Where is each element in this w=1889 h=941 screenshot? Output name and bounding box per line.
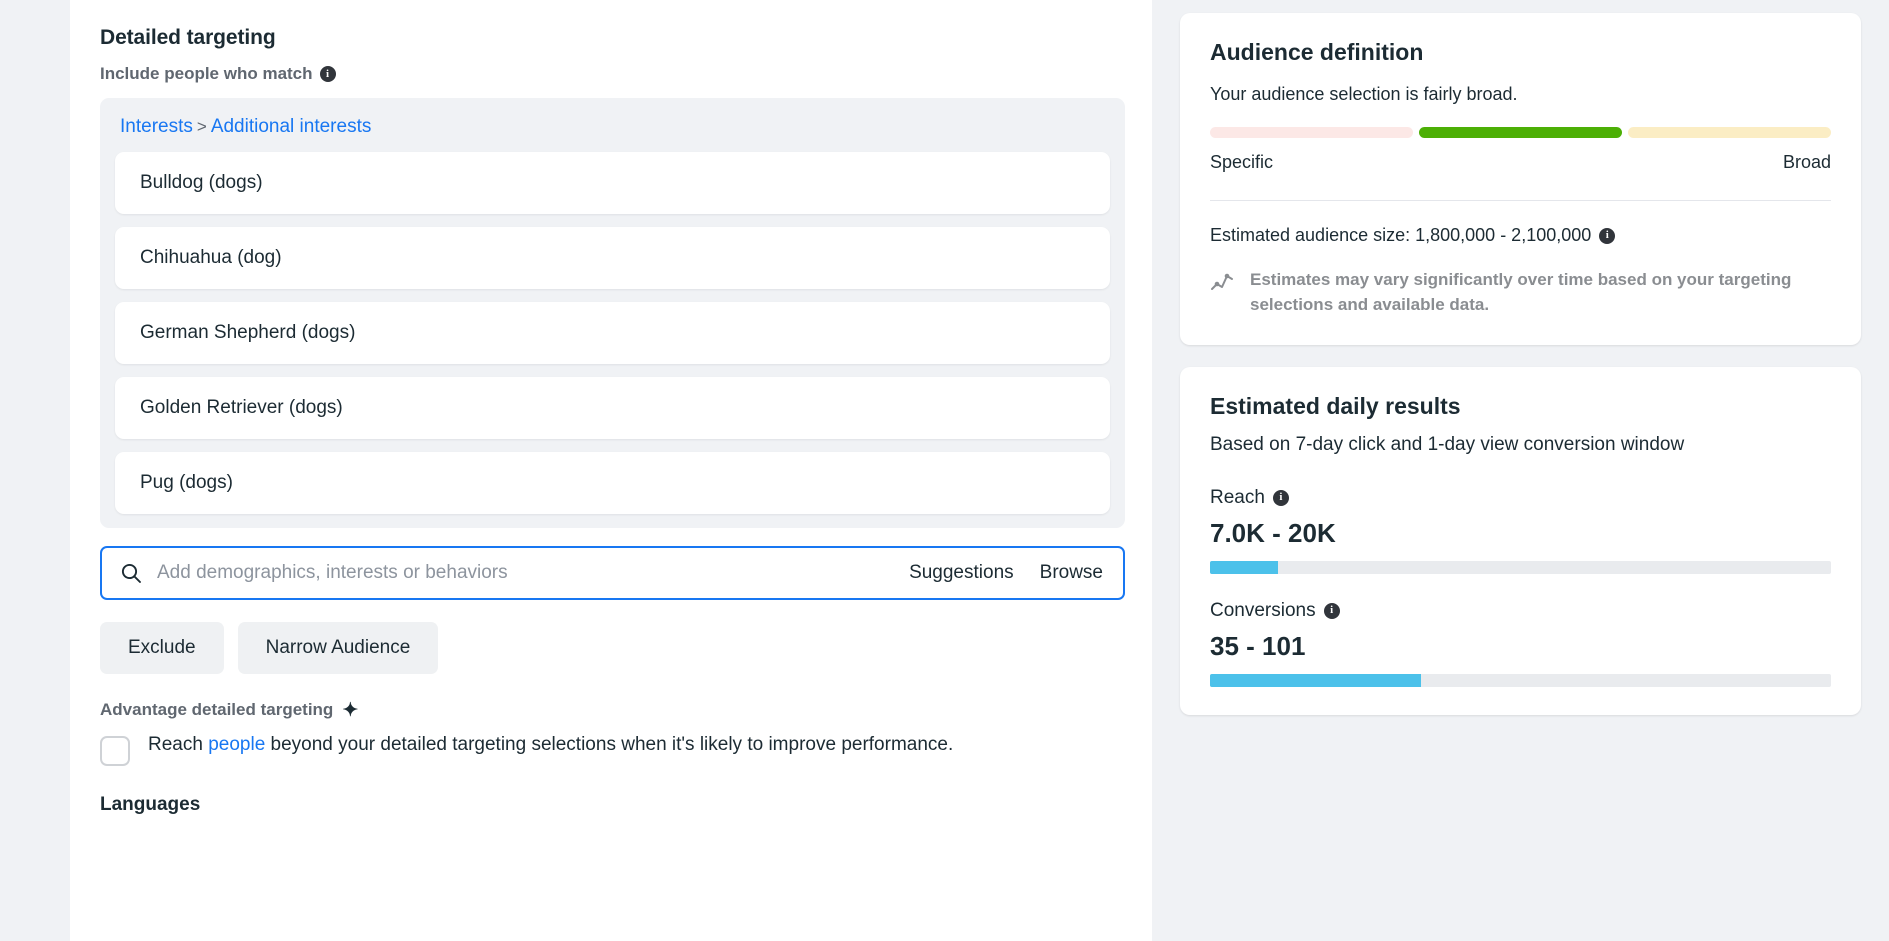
interest-label: Golden Retriever (dogs) xyxy=(140,397,343,418)
search-icon xyxy=(121,563,141,583)
reach-progress-bar xyxy=(1210,560,1831,574)
interest-label: Bulldog (dogs) xyxy=(140,172,263,193)
advantage-checkbox[interactable] xyxy=(100,736,130,766)
breadcrumb-root-link[interactable]: Interests xyxy=(120,116,193,137)
left-gutter xyxy=(0,0,70,941)
daily-results-subtitle: Based on 7-day click and 1-day view conv… xyxy=(1210,434,1685,456)
estimates-sidebar: Audience definition Your audience select… xyxy=(1152,0,1889,941)
advantage-toggle-row: Reach people beyond your detailed target… xyxy=(100,730,1152,766)
narrow-audience-button[interactable]: Narrow Audience xyxy=(237,622,439,674)
audience-breadth-gauge xyxy=(1210,127,1831,138)
gauge-label-specific: Specific xyxy=(1210,152,1274,172)
gauge-label-broad: Broad xyxy=(1782,152,1831,172)
include-people-label: Include people who match i xyxy=(100,64,1152,84)
advantage-description: Reach people beyond your detailed target… xyxy=(148,730,953,759)
targeting-actions: Exclude Narrow Audience xyxy=(100,622,1152,674)
reach-value: 7.0K - 20K xyxy=(1210,517,1336,548)
targeting-selections-box: Interests > Additional interests Bulldog (… xyxy=(100,98,1125,528)
people-link[interactable]: people xyxy=(208,734,265,755)
reach-label: Reach xyxy=(1210,486,1265,508)
list-item[interactable]: Chihuahua (dog) xyxy=(115,227,1110,289)
conversions-progress-bar xyxy=(1210,673,1831,687)
include-people-text: Include people who match xyxy=(100,64,313,83)
breadcrumb-child-link[interactable]: Additional interests xyxy=(211,116,372,137)
exclude-button[interactable]: Exclude xyxy=(100,622,224,674)
conversions-progress-fill xyxy=(1210,673,1422,687)
list-item[interactable]: Bulldog (dogs) xyxy=(115,152,1110,214)
conversions-value: 35 - 101 xyxy=(1210,630,1306,661)
estimated-daily-results-card: Estimated daily results Based on 7-day c… xyxy=(1180,367,1861,715)
targeting-search-row[interactable]: Add demographics, interests or behaviors… xyxy=(100,546,1125,600)
info-icon[interactable]: i xyxy=(319,66,336,82)
list-item[interactable]: Pug (dogs) xyxy=(115,452,1110,514)
ads-manager-targeting-screen: Detailed targeting Include people who ma… xyxy=(0,0,1889,941)
breadcrumb: Interests > Additional interests xyxy=(115,116,1110,138)
conversions-label-row: Conversions i xyxy=(1210,600,1831,622)
estimate-variance-note: Estimates may vary significantly over ti… xyxy=(1210,268,1831,317)
reach-label-row: Reach i xyxy=(1210,487,1831,509)
advantage-text-before: Reach xyxy=(148,734,209,755)
audience-definition-card: Audience definition Your audience select… xyxy=(1180,13,1861,346)
advantage-label-text: Advantage detailed targeting xyxy=(100,700,334,719)
interest-label: Chihuahua (dog) xyxy=(140,247,282,268)
list-item[interactable]: Golden Retriever (dogs) xyxy=(115,377,1110,439)
reach-progress-fill xyxy=(1210,560,1279,574)
list-item[interactable]: German Shepherd (dogs) xyxy=(115,302,1110,364)
trend-chart-icon xyxy=(1211,273,1233,290)
browse-button[interactable]: Browse xyxy=(1040,562,1103,584)
advantage-detailed-targeting-label: Advantage detailed targeting ✦ xyxy=(100,700,1152,720)
audience-summary-text: Your audience selection is fairly broad. xyxy=(1210,84,1518,104)
estimate-variance-text: Estimates may vary significantly over ti… xyxy=(1250,270,1792,314)
interest-label: Pug (dogs) xyxy=(140,472,233,493)
detailed-targeting-panel: Detailed targeting Include people who ma… xyxy=(70,0,1152,941)
estimated-audience-size: Estimated audience size: 1,800,000 - 2,1… xyxy=(1210,225,1831,246)
interest-label: German Shepherd (dogs) xyxy=(140,322,356,343)
divider xyxy=(1210,200,1831,201)
audience-definition-title: Audience definition xyxy=(1210,39,1424,65)
search-input[interactable]: Add demographics, interests or behaviors xyxy=(157,562,883,584)
gauge-segment-broad xyxy=(1628,127,1831,138)
gauge-labels: Specific Broad xyxy=(1210,152,1831,173)
sparkle-icon: ✦ xyxy=(342,699,359,721)
gauge-segment-balanced xyxy=(1419,127,1622,138)
breadcrumb-separator: > xyxy=(196,117,207,136)
advantage-text-after: beyond your detailed targeting selection… xyxy=(265,734,954,755)
estimated-audience-size-text: Estimated audience size: 1,800,000 - 2,1… xyxy=(1210,225,1592,245)
languages-section-title: Languages xyxy=(100,794,201,815)
info-icon[interactable]: i xyxy=(1272,489,1289,506)
daily-results-title: Estimated daily results xyxy=(1210,393,1461,420)
gauge-segment-specific xyxy=(1210,127,1413,138)
info-icon[interactable]: i xyxy=(1323,602,1340,619)
info-icon[interactable]: i xyxy=(1599,227,1616,244)
page-title: Detailed targeting xyxy=(100,26,276,49)
conversions-label: Conversions xyxy=(1210,599,1316,621)
suggestions-button[interactable]: Suggestions xyxy=(909,562,1014,584)
